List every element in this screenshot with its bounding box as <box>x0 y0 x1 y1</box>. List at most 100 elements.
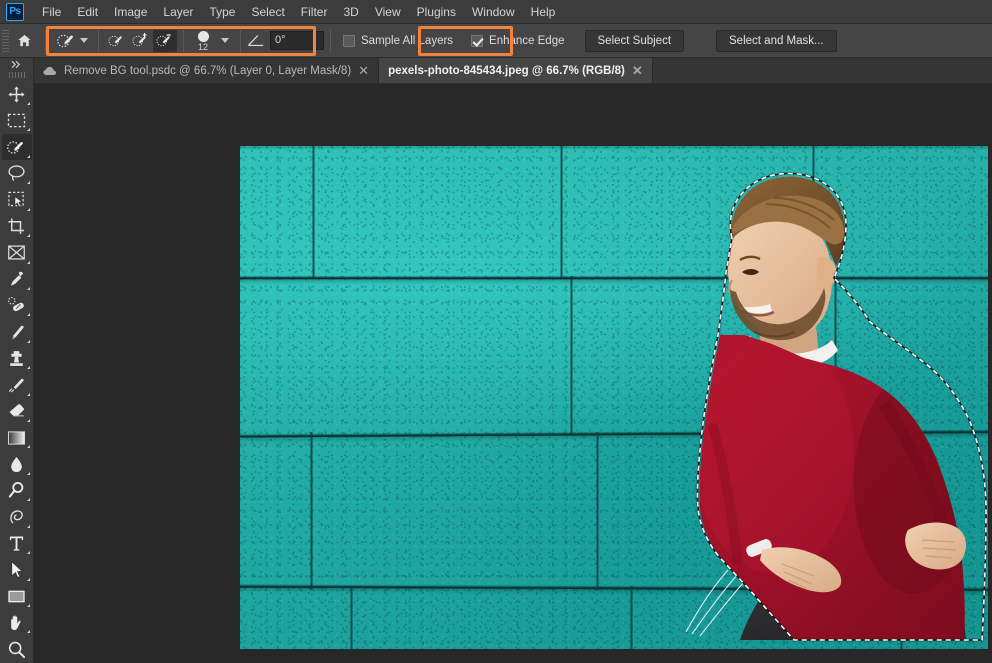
tool-expand-corner <box>27 472 30 475</box>
document-tab-close-icon[interactable]: ✕ <box>358 64 369 77</box>
document-image[interactable] <box>240 146 988 649</box>
mortar-joint <box>350 586 353 649</box>
enhance-edge-box-icon <box>471 35 483 47</box>
tool-type[interactable] <box>2 531 32 556</box>
menu-3d[interactable]: 3D <box>335 2 366 22</box>
eraser-icon <box>7 402 27 420</box>
tool-move[interactable] <box>2 82 32 107</box>
tool-object-selection[interactable] <box>2 187 32 212</box>
menu-image[interactable]: Image <box>106 2 155 22</box>
tools-panel <box>0 58 34 663</box>
options-separator-3 <box>183 30 184 52</box>
options-separator-4 <box>240 30 241 52</box>
menu-window[interactable]: Window <box>464 2 523 22</box>
brush-preview-icon <box>198 31 209 42</box>
tool-path-selection[interactable] <box>2 557 32 582</box>
enhance-edge-checkbox[interactable]: Enhance Edge <box>467 35 568 47</box>
menu-type[interactable]: Type <box>201 2 243 22</box>
mortar-joint <box>312 146 315 278</box>
select-subject-button[interactable]: Select Subject <box>585 30 685 52</box>
tool-expand-corner <box>27 525 30 528</box>
select-and-mask-button[interactable]: Select and Mask... <box>716 30 837 52</box>
options-separator-1 <box>45 30 46 52</box>
clone-stamp-icon <box>7 349 26 368</box>
subject-person[interactable] <box>654 154 988 649</box>
enhance-edge-label: Enhance Edge <box>489 35 564 47</box>
new-selection-button[interactable] <box>105 30 129 52</box>
tool-expand-corner <box>27 313 30 316</box>
add-to-selection-button[interactable] <box>129 30 153 52</box>
document-tab-title: Remove BG tool.psdc @ 66.7% (Layer 0, La… <box>64 65 351 77</box>
menu-edit[interactable]: Edit <box>69 2 106 22</box>
menu-help[interactable]: Help <box>523 2 564 22</box>
tool-clone-stamp[interactable] <box>2 346 32 371</box>
tool-history-brush[interactable] <box>2 372 32 397</box>
tool-gradient[interactable] <box>2 425 32 450</box>
menu-file[interactable]: File <box>34 2 69 22</box>
document-tab-close-icon[interactable]: ✕ <box>632 64 643 77</box>
frame-icon <box>7 244 26 261</box>
tools-panel-collapse-button[interactable] <box>0 58 34 72</box>
tool-expand-corner <box>27 340 30 343</box>
tool-eraser[interactable] <box>2 399 32 424</box>
tool-expand-corner <box>27 155 30 158</box>
healing-brush-icon <box>7 296 27 315</box>
tool-lasso[interactable] <box>2 161 32 186</box>
brush-size-picker[interactable]: 12 <box>190 31 216 51</box>
cloud-document-icon <box>43 66 57 76</box>
tool-dodge[interactable] <box>2 478 32 503</box>
path-arrow-icon <box>8 560 25 579</box>
hand-icon <box>7 613 26 632</box>
tool-quick-selection[interactable] <box>2 134 32 159</box>
tool-expand-corner <box>27 578 30 581</box>
tool-frame[interactable] <box>2 240 32 265</box>
magnifier-icon <box>7 640 26 659</box>
document-tab-pexels-photo[interactable]: pexels-photo-845434.jpeg @ 66.7% (RGB/8)… <box>379 58 653 83</box>
subtract-from-selection-button[interactable] <box>153 30 177 52</box>
menu-filter[interactable]: Filter <box>293 2 336 22</box>
menu-layer[interactable]: Layer <box>155 2 201 22</box>
document-tab-title: pexels-photo-845434.jpeg @ 66.7% (RGB/8) <box>388 65 625 77</box>
tools-panel-grip[interactable] <box>9 72 25 78</box>
options-separator-2 <box>98 30 99 52</box>
sample-all-layers-checkbox[interactable]: Sample All Layers <box>339 35 457 47</box>
object-selection-icon <box>7 190 26 209</box>
tool-zoom[interactable] <box>2 636 32 661</box>
tool-expand-corner <box>27 551 30 554</box>
tool-hand[interactable] <box>2 610 32 635</box>
options-separator-5 <box>330 30 331 52</box>
canvas-area[interactable] <box>34 84 992 663</box>
tool-expand-corner <box>27 102 30 105</box>
tool-rectangular-marquee[interactable] <box>2 108 32 133</box>
tool-eyedropper[interactable] <box>2 267 32 292</box>
home-button[interactable] <box>9 24 39 58</box>
brush-size-chevron-down-icon[interactable] <box>221 38 229 43</box>
tool-crop[interactable] <box>2 214 32 239</box>
document-tab-remove-bg[interactable]: Remove BG tool.psdc @ 66.7% (Layer 0, La… <box>34 58 379 83</box>
tool-preset-picker[interactable] <box>52 31 92 51</box>
brush-angle-group: 0° <box>247 31 324 50</box>
tool-blur[interactable] <box>2 451 32 476</box>
tool-expand-corner <box>27 630 30 633</box>
tool-expand-corner <box>27 366 30 369</box>
tool-rectangle[interactable] <box>2 584 32 609</box>
quick-selection-icon <box>6 138 27 157</box>
tool-expand-corner <box>27 234 30 237</box>
tool-expand-corner <box>27 287 30 290</box>
tool-preset-chevron-down-icon[interactable] <box>80 38 88 43</box>
gradient-icon <box>7 430 26 446</box>
brush-angle-input[interactable]: 0° <box>270 31 324 50</box>
quick-selection-subtract-icon <box>155 32 175 50</box>
tool-pen[interactable] <box>2 504 32 529</box>
menu-plugins[interactable]: Plugins <box>409 2 464 22</box>
menu-view[interactable]: View <box>367 2 409 22</box>
options-bar-grip[interactable] <box>2 30 9 52</box>
tool-expand-corner <box>27 208 30 211</box>
dodge-icon <box>7 481 26 500</box>
tool-spot-healing-brush[interactable] <box>2 293 32 318</box>
tool-brush[interactable] <box>2 319 32 344</box>
history-brush-icon <box>7 375 26 394</box>
menu-select[interactable]: Select <box>243 2 292 22</box>
tool-expand-corner <box>27 419 30 422</box>
subject-artwork <box>654 154 988 649</box>
